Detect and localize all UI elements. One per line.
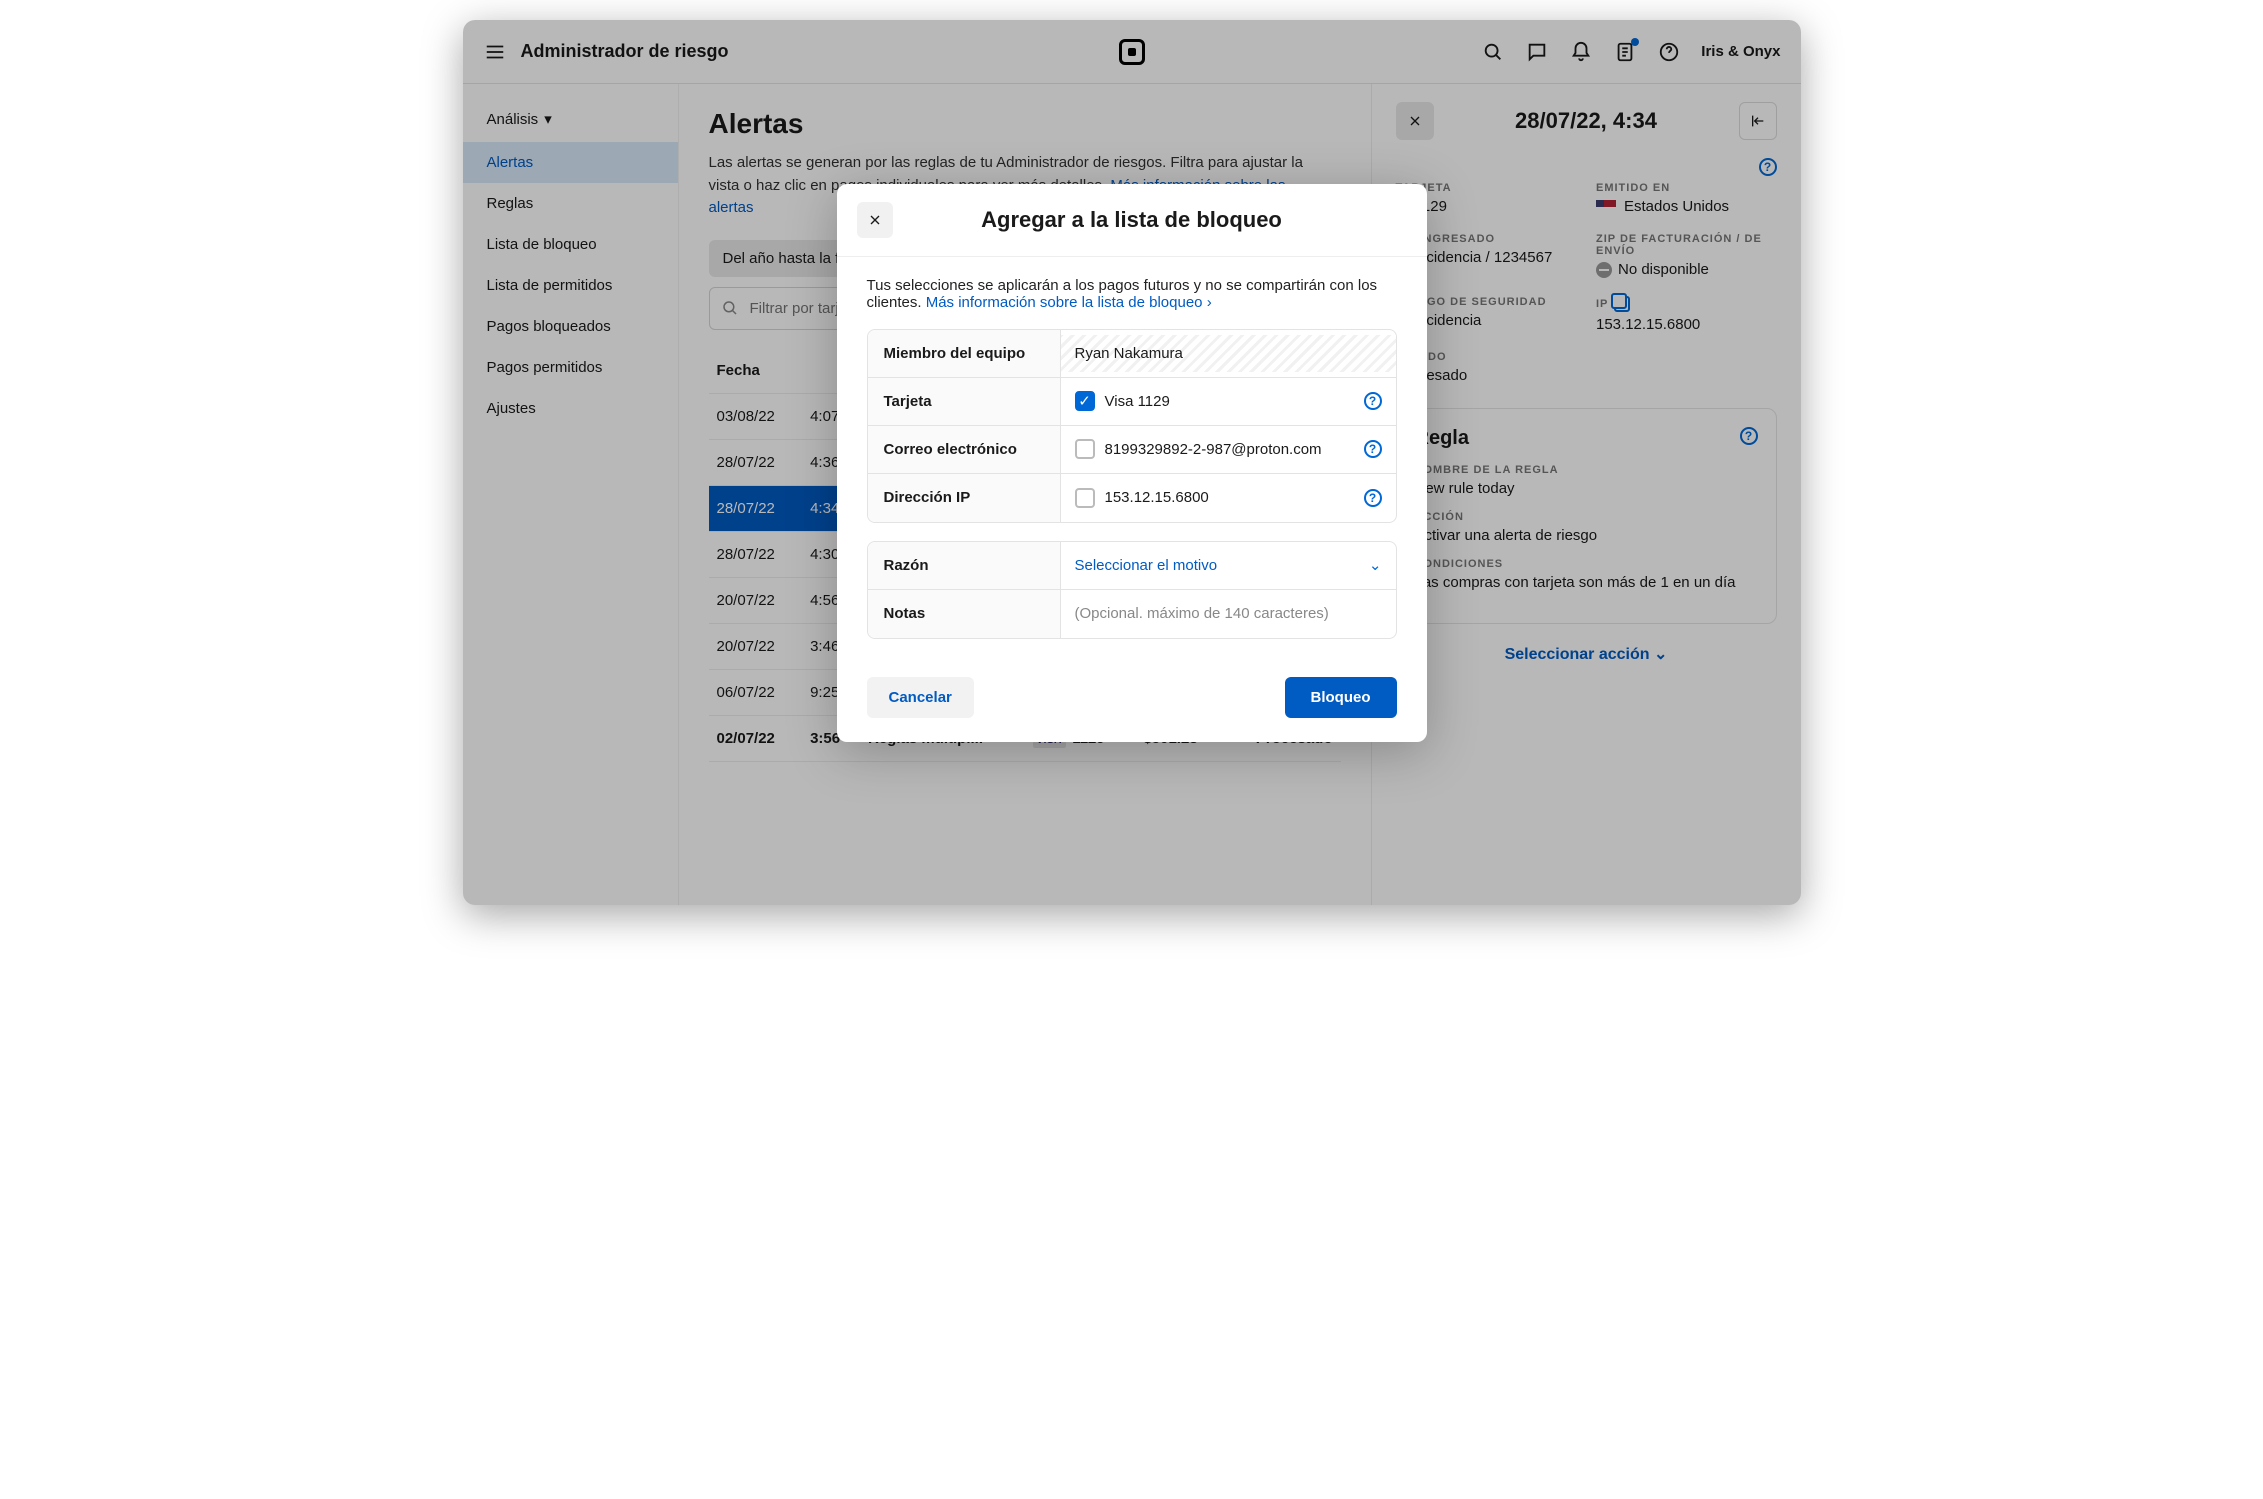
notes-input[interactable]: (Opcional. máximo de 140 caracteres) [1061, 595, 1396, 632]
modal-close-button[interactable] [857, 202, 893, 238]
modal-member-value: Ryan Nakamura [1061, 335, 1396, 372]
reason-select[interactable]: Seleccionar el motivo ⌄ [1061, 546, 1396, 584]
blocklist-modal: Agregar a la lista de bloqueo Tus selecc… [837, 184, 1427, 742]
modal-ip-label: Dirección IP [868, 474, 1061, 522]
modal-card-value: Visa 1129 [1105, 393, 1170, 410]
email-checkbox[interactable] [1075, 439, 1095, 459]
reason-value: Seleccionar el motivo [1075, 557, 1218, 574]
modal-title: Agregar a la lista de bloqueo [893, 207, 1407, 233]
modal-email-label: Correo electrónico [868, 426, 1061, 473]
modal-notes-label: Notas [868, 590, 1061, 638]
cancel-button[interactable]: Cancelar [867, 677, 974, 718]
modal-member-label: Miembro del equipo [868, 330, 1061, 377]
chevron-down-icon: ⌄ [1369, 556, 1382, 574]
help-card-icon[interactable]: ? [1364, 392, 1382, 410]
modal-card-label: Tarjeta [868, 378, 1061, 425]
modal-description: Tus selecciones se aplicarán a los pagos… [867, 277, 1397, 311]
card-checkbox[interactable]: ✓ [1075, 391, 1095, 411]
help-email-icon[interactable]: ? [1364, 440, 1382, 458]
modal-learn-link[interactable]: Más información sobre la lista de bloque… [926, 294, 1212, 311]
modal-email-value: 8199329892-2-987@proton.com [1105, 441, 1322, 458]
block-button[interactable]: Bloqueo [1285, 677, 1397, 718]
modal-ip-value: 153.12.15.6800 [1105, 489, 1209, 506]
modal-reason-label: Razón [868, 542, 1061, 589]
help-ip-icon[interactable]: ? [1364, 489, 1382, 507]
ip-checkbox[interactable] [1075, 488, 1095, 508]
